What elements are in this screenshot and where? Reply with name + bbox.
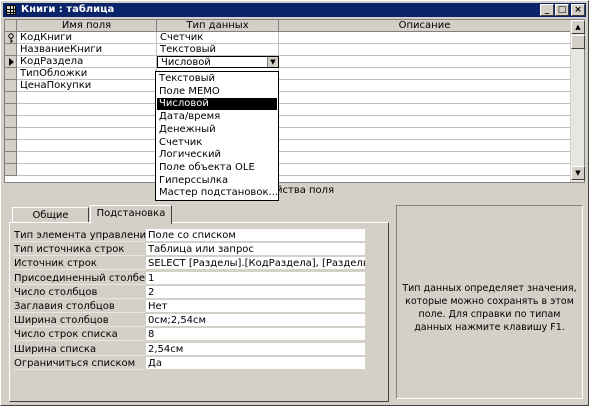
- dropdown-option[interactable]: Гиперссылка: [157, 175, 277, 187]
- row-selector[interactable]: [5, 44, 17, 56]
- description-cell[interactable]: [279, 116, 571, 128]
- property-value[interactable]: SELECT [Разделы].[КодРаздела], [Разделы: [146, 257, 365, 271]
- row-selector[interactable]: [5, 80, 17, 92]
- property-label: Ширина списка: [14, 343, 145, 356]
- field-name-cell[interactable]: [17, 140, 157, 152]
- table-icon[interactable]: [6, 5, 16, 15]
- description-cell[interactable]: [279, 140, 571, 152]
- property-value[interactable]: 1: [146, 271, 365, 285]
- row-selector[interactable]: [5, 128, 17, 140]
- dropdown-option[interactable]: Дата/время: [157, 111, 277, 123]
- property-value[interactable]: 2: [146, 285, 365, 299]
- property-value[interactable]: 2,54см: [146, 342, 365, 356]
- description-cell[interactable]: [279, 44, 571, 56]
- description-cell[interactable]: [279, 152, 571, 164]
- dropdown-option[interactable]: Счетчик: [157, 137, 277, 149]
- data-type-cell[interactable]: Текстовый: [157, 44, 279, 56]
- data-type-value: Числовой: [161, 57, 211, 68]
- description-cell[interactable]: [279, 128, 571, 140]
- current-row-arrow-icon: [9, 58, 14, 66]
- dropdown-option[interactable]: Поле MEMO: [157, 86, 277, 98]
- row-selector[interactable]: [5, 140, 17, 152]
- tab-lookup[interactable]: Подстановка: [90, 205, 172, 224]
- row-selector[interactable]: [5, 92, 17, 104]
- description-cell[interactable]: [279, 92, 571, 104]
- tab-general[interactable]: Общие: [12, 207, 89, 223]
- data-type-cell[interactable]: Счетчик: [157, 32, 279, 44]
- window-title: Книги : таблица: [21, 4, 115, 15]
- maximize-button[interactable]: □: [555, 4, 569, 16]
- field-name-cell[interactable]: [17, 92, 157, 104]
- field-name-cell[interactable]: КодКниги: [17, 32, 157, 44]
- grid-vertical-scrollbar[interactable]: ▲ ▼: [570, 20, 585, 182]
- description-cell[interactable]: [279, 32, 571, 44]
- row-selector[interactable]: [5, 68, 17, 80]
- description-cell[interactable]: [279, 80, 571, 92]
- property-label: Ограничиться списком: [14, 357, 145, 370]
- dropdown-option[interactable]: Числовой: [157, 98, 277, 111]
- dropdown-option[interactable]: Поле объекта OLE: [157, 162, 277, 174]
- minimize-button[interactable]: _: [540, 4, 554, 16]
- field-name-cell[interactable]: [17, 164, 157, 176]
- description-cell[interactable]: [279, 68, 571, 80]
- row-selector[interactable]: [5, 32, 17, 44]
- property-label: Число строк списка: [14, 328, 145, 342]
- help-text: Тип данных определяет значения, которые …: [402, 283, 577, 333]
- property-value[interactable]: 8: [146, 328, 365, 342]
- dropdown-option[interactable]: Логический: [157, 149, 277, 161]
- field-properties-area: Общие Подстановка Тип элемента управлени…: [4, 198, 585, 403]
- description-cell[interactable]: [279, 164, 571, 176]
- field-name-cell[interactable]: ЦенаПокупки: [17, 80, 157, 92]
- description-cell[interactable]: [279, 56, 571, 68]
- property-value[interactable]: Нет: [146, 300, 365, 313]
- key-icon: [8, 33, 14, 43]
- data-type-dropdown-list[interactable]: Текстовый Поле MEMO Числовой Дата/время Дене…: [155, 71, 279, 201]
- row-selector[interactable]: [5, 164, 17, 176]
- property-label: Источник строк: [14, 257, 145, 271]
- field-name-cell[interactable]: [17, 152, 157, 164]
- field-name-cell[interactable]: НазваниеКниги: [17, 44, 157, 56]
- dropdown-arrow-icon[interactable]: ▼: [267, 57, 278, 67]
- property-value[interactable]: 0см;2,54см: [146, 314, 365, 328]
- field-name-cell[interactable]: КодРаздела: [17, 56, 157, 68]
- header-field-name: Имя поля: [17, 20, 157, 32]
- property-label: Заглавия столбцов: [14, 300, 145, 313]
- grid-corner: [5, 20, 17, 32]
- field-name-cell[interactable]: ТипОбложки: [17, 68, 157, 80]
- property-label: Тип элемента управления: [14, 230, 153, 242]
- table-design-window: Книги : таблица _ □ × Имя поля Тип данны…: [0, 0, 589, 406]
- data-type-cell[interactable]: Числовой ▼: [157, 56, 279, 68]
- dropdown-option[interactable]: Денежный: [157, 124, 277, 136]
- lookup-properties-pane: Тип элемента управления Поле со списком Ти…: [9, 222, 389, 402]
- help-box: Тип данных определяет значения, которые …: [396, 205, 583, 399]
- field-design-grid: Имя поля Тип данных Описание КодКниги Сче…: [4, 19, 585, 183]
- scroll-down-arrow-icon[interactable]: ▼: [571, 166, 585, 180]
- dropdown-option[interactable]: Текстовый: [157, 73, 277, 85]
- property-value[interactable]: Таблица или запрос: [146, 243, 365, 257]
- description-cell[interactable]: [279, 104, 571, 116]
- title-bar[interactable]: Книги : таблица _ □ ×: [3, 3, 586, 17]
- property-label: Присоединенный столбец: [14, 272, 152, 285]
- close-button[interactable]: ×: [571, 4, 585, 16]
- row-selector[interactable]: [5, 104, 17, 116]
- row-selector[interactable]: [5, 56, 17, 68]
- property-value[interactable]: Да: [146, 356, 365, 370]
- header-data-type: Тип данных: [157, 20, 279, 32]
- property-value[interactable]: Поле со списком: [146, 229, 365, 242]
- field-name-cell[interactable]: [17, 116, 157, 128]
- header-description: Описание: [279, 20, 571, 32]
- property-label: Тип источника строк: [14, 243, 145, 257]
- property-label: Ширина столбцов: [14, 314, 145, 328]
- field-properties-label: йства поля: [276, 185, 335, 196]
- property-label: Число столбцов: [14, 286, 145, 299]
- scroll-thumb[interactable]: [571, 35, 585, 49]
- row-selector[interactable]: [5, 116, 17, 128]
- field-name-cell[interactable]: [17, 104, 157, 116]
- field-name-cell[interactable]: [17, 128, 157, 140]
- row-selector[interactable]: [5, 152, 17, 164]
- dropdown-option[interactable]: Мастер подстановок...: [157, 187, 278, 199]
- scroll-up-arrow-icon[interactable]: ▲: [571, 20, 585, 34]
